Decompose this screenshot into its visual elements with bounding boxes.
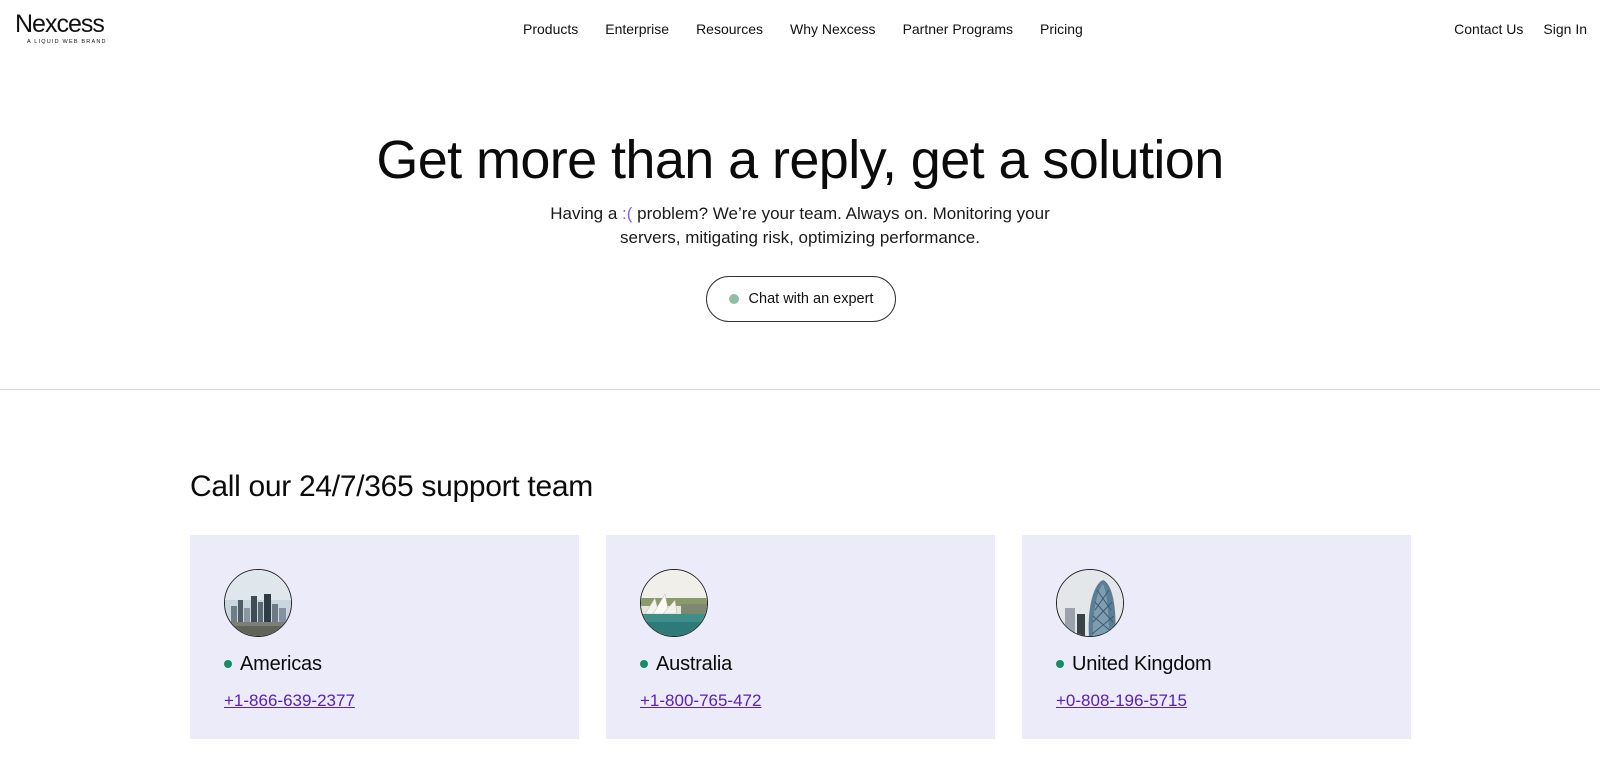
header-actions: Contact Us Sign In [1454, 19, 1587, 39]
phone-link[interactable]: +0-808-196-5715 [1056, 690, 1187, 712]
city-skyline-image [224, 569, 292, 637]
status-dot-icon [640, 660, 648, 668]
nav-products[interactable]: Products [523, 19, 578, 39]
region-name: Australia [656, 653, 733, 675]
hero-title: Get more than a reply, get a solution [376, 130, 1224, 190]
hero-subtitle-pre: Having a [550, 204, 623, 223]
contact-us-link[interactable]: Contact Us [1454, 19, 1523, 39]
nexcess-logo[interactable]: Nexcess A LIQUID WEB BRAND [15, 12, 115, 48]
phone-link[interactable]: +1-800-765-472 [640, 690, 761, 712]
london-gherkin-image [1056, 569, 1124, 637]
hero-subtitle-post: problem? We’re your team. Always on. Mon… [620, 204, 1050, 247]
section-divider [0, 389, 1600, 390]
logo-wordmark: Nexcess [15, 10, 105, 38]
sign-in-link[interactable]: Sign In [1543, 19, 1587, 39]
phone-link[interactable]: +1-866-639-2377 [224, 690, 355, 712]
support-section-title: Call our 24/7/365 support team [190, 470, 593, 503]
nav-resources[interactable]: Resources [696, 19, 763, 39]
region-name: Americas [240, 653, 322, 675]
nav-pricing[interactable]: Pricing [1040, 19, 1083, 39]
support-cards: Americas +1-866-639-2377 Australia +1-80… [190, 535, 1411, 739]
region-name: United Kingdom [1072, 653, 1212, 675]
region-heading: United Kingdom [1056, 651, 1212, 677]
chat-button-label: Chat with an expert [748, 291, 874, 307]
status-dot-icon [224, 660, 232, 668]
logo-tagline: A LIQUID WEB BRAND [27, 39, 107, 45]
sydney-opera-house-image [640, 569, 708, 637]
frown-emoticon: :( [622, 204, 633, 223]
support-card-americas: Americas +1-866-639-2377 [190, 535, 579, 739]
support-card-united-kingdom: United Kingdom +0-808-196-5715 [1022, 535, 1411, 739]
hero-subtitle: Having a :( problem? We’re your team. Al… [550, 202, 1050, 250]
region-heading: Australia [640, 651, 732, 677]
status-dot-icon [1056, 660, 1064, 668]
region-heading: Americas [224, 651, 322, 677]
online-status-dot-icon [728, 294, 739, 304]
support-card-australia: Australia +1-800-765-472 [606, 535, 995, 739]
nav-partner-programs[interactable]: Partner Programs [903, 19, 1013, 39]
main-nav: Products Enterprise Resources Why Nexces… [523, 19, 1083, 39]
site-header: Nexcess A LIQUID WEB BRAND Products Ente… [0, 0, 1600, 58]
nav-enterprise[interactable]: Enterprise [605, 19, 669, 39]
chat-with-expert-button[interactable]: Chat with an expert [706, 276, 896, 322]
nav-why-nexcess[interactable]: Why Nexcess [790, 19, 876, 39]
